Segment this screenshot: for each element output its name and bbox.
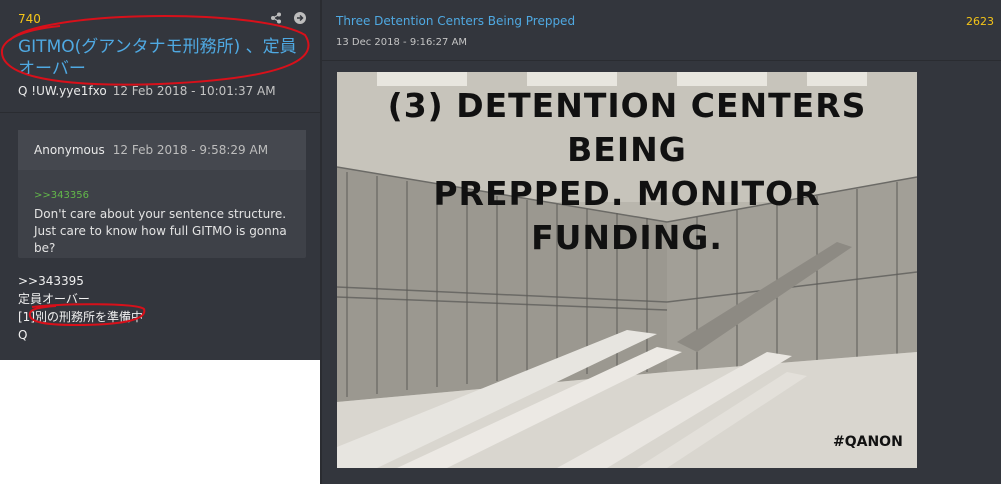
post-body: >>343395 定員オーバー [1]別の刑務所を準備中 Q [18, 272, 143, 344]
post-date: 12 Feb 2018 - 10:01:37 AM [112, 84, 276, 98]
image-caption: (3) DETENTION CENTERS BEING PREPPED. MON… [337, 84, 917, 260]
arrow-right-icon[interactable] [294, 12, 306, 24]
quoted-author: Anonymous 12 Feb 2018 - 9:58:29 AM [34, 143, 268, 157]
quote-link[interactable]: >>343356 [34, 190, 89, 201]
post-title[interactable]: GITMO(グアンタナモ刑務所) 、定員オーバー [18, 36, 310, 80]
divider [322, 60, 1001, 61]
quoted-author-name: Anonymous [34, 143, 105, 157]
signature: Q [18, 328, 28, 342]
quoted-post: Anonymous 12 Feb 2018 - 9:58:29 AM >>3433… [18, 130, 306, 258]
post-author: Q !UW.yye1fxo 12 Feb 2018 - 10:01:37 AM [18, 84, 276, 98]
divider [0, 112, 320, 113]
image-hashtag: #QANON [833, 434, 903, 450]
caption-line: PREPPED. MONITOR FUNDING. [433, 174, 821, 257]
body-line: 定員オーバー [18, 292, 90, 306]
reply-link[interactable]: >>343395 [18, 272, 143, 290]
share-icon[interactable] [270, 12, 282, 24]
post-number[interactable]: 740 [18, 12, 41, 26]
body-highlight: 別の刑務所を準備中 [35, 310, 144, 324]
quoted-text: Don't care about your sentence structure… [34, 207, 287, 255]
quoted-post-header: Anonymous 12 Feb 2018 - 9:58:29 AM [18, 130, 306, 170]
left-post: 740 GITMO(グアンタナモ刑務所) 、定員オーバー Q !UW.yye1f… [0, 0, 320, 360]
body-line: [1]別の刑務所を準備中 [18, 308, 143, 326]
post-number[interactable]: 2623 [966, 15, 994, 28]
footnote-marker: [1] [18, 310, 35, 324]
post-title[interactable]: Three Detention Centers Being Prepped [336, 14, 575, 28]
post-date: 13 Dec 2018 - 9:16:27 AM [336, 37, 468, 48]
quoted-date: 12 Feb 2018 - 9:58:29 AM [112, 143, 269, 157]
caption-line: (3) DETENTION CENTERS BEING [387, 86, 867, 169]
right-post: Three Detention Centers Being Prepped 13… [320, 0, 1001, 484]
author-name[interactable]: Q !UW.yye1fxo [18, 84, 107, 98]
post-image[interactable]: (3) DETENTION CENTERS BEING PREPPED. MON… [336, 72, 918, 468]
